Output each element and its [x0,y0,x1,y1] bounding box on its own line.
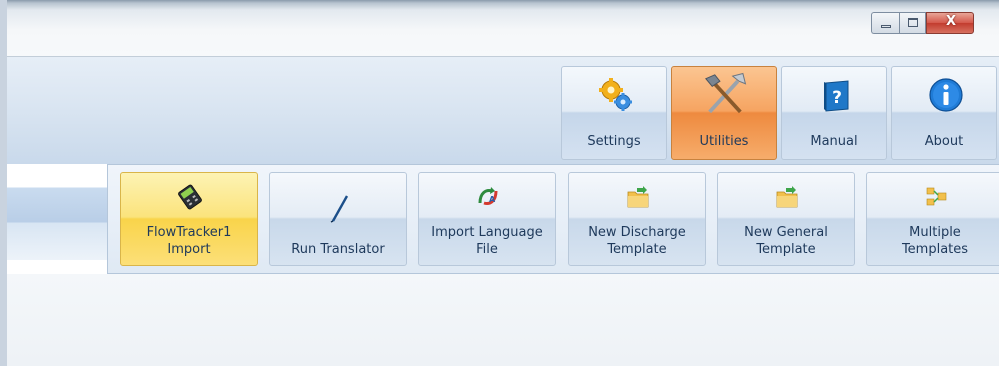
help-book-icon: ? [824,80,849,112]
svg-text:A: A [489,195,496,204]
title-bar [7,0,999,56]
manual-button[interactable]: ? Manual [781,66,887,160]
minimize-icon [881,25,891,28]
maximize-button[interactable] [899,12,926,34]
manual-label: Manual [810,134,858,149]
info-icon [929,78,963,112]
content-area [7,274,999,366]
run-translator-label: Run Translator [291,242,385,257]
minimize-button[interactable] [871,12,899,34]
device-icon [178,184,202,210]
close-icon: X [945,14,957,29]
about-label: About [924,134,964,149]
pen-icon [330,195,349,223]
settings-label: Settings [587,134,641,149]
settings-button[interactable]: Settings [561,66,667,160]
language-icon: A [478,187,498,205]
new-general-template-button[interactable]: New General Template [717,172,855,266]
flowtracker1-import-button[interactable]: FlowTracker1 Import [120,172,258,266]
new-discharge-template-button[interactable]: New Discharge Template [568,172,706,266]
multiple-templates-icon [926,187,947,206]
content-strip [7,177,107,260]
about-button[interactable]: About [891,66,997,160]
tools-icon [705,72,747,114]
import-language-file-label: Import Language File [431,225,543,257]
run-translator-button[interactable]: Run Translator [269,172,407,266]
import-language-file-button[interactable]: A Import Language File [418,172,556,266]
new-discharge-template-label: New Discharge Template [588,225,686,257]
new-general-template-label: New General Template [744,225,828,257]
gear-icon [599,78,632,111]
svg-text:?: ? [832,88,842,108]
window-left-edge [0,0,7,366]
folder-icon [776,186,798,208]
multiple-templates-label: Multiple Templates [901,225,969,257]
maximize-icon [908,18,918,27]
multiple-templates-button[interactable]: Multiple Templates [866,172,999,266]
folder-icon [627,186,649,208]
utilities-button[interactable]: Utilities [671,66,777,160]
flowtracker1-import-label: FlowTracker1 Import [146,225,232,257]
utilities-label: Utilities [699,134,749,149]
close-button[interactable]: X [926,12,974,34]
